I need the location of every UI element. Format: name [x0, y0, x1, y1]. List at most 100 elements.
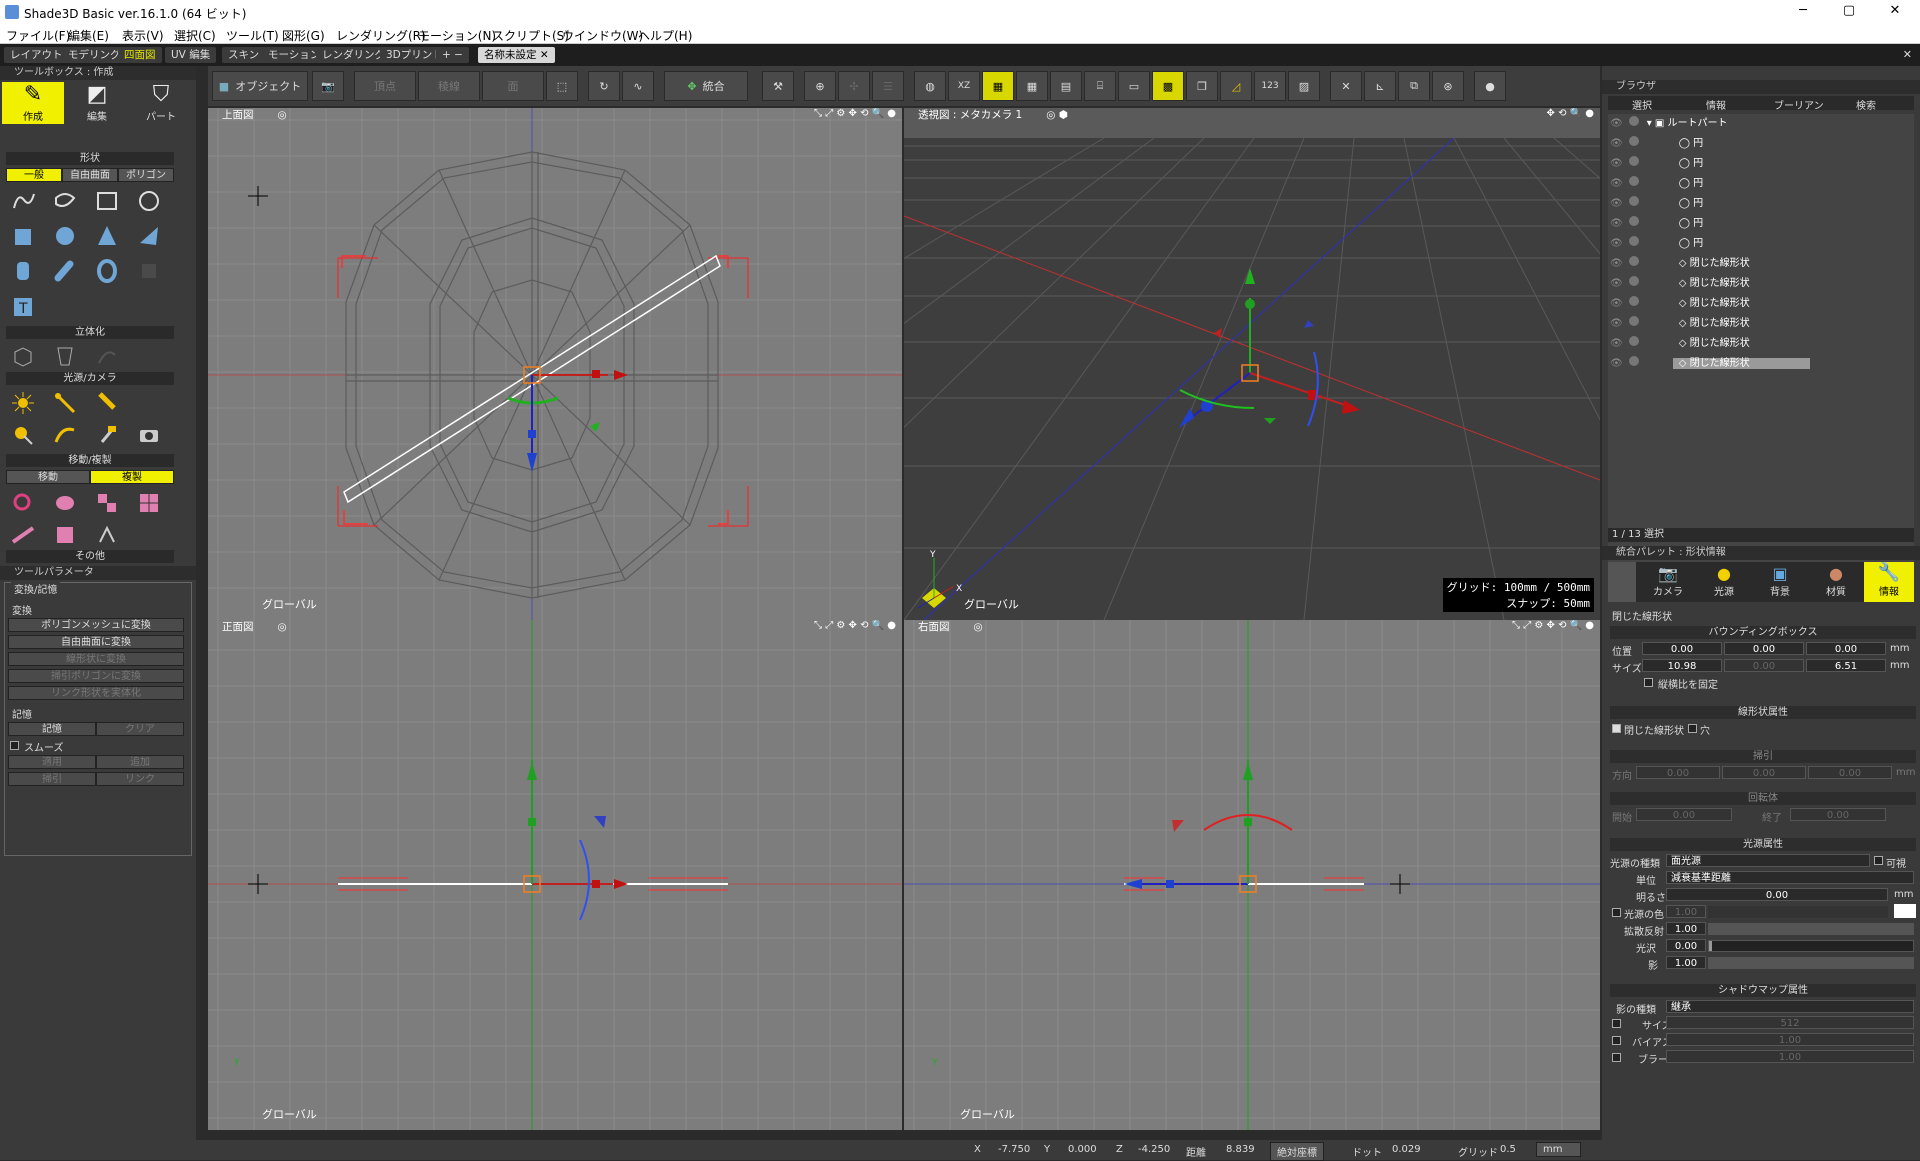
menu-view[interactable]: 表示(V) — [122, 27, 164, 44]
cylinder-icon[interactable] — [8, 256, 38, 286]
target-button[interactable]: ⊕ — [804, 71, 836, 101]
front-view-title[interactable]: 正面図 — [222, 621, 254, 633]
memory-button[interactable]: 記憶 — [8, 722, 96, 736]
monitor-button[interactable]: ▭ — [1118, 71, 1150, 101]
line-light-icon[interactable] — [50, 420, 80, 450]
palette-tab-background[interactable]: ▣ 背景 — [1754, 564, 1806, 598]
browser-tab-boolean[interactable]: ブーリアン — [1774, 97, 1824, 112]
tab-skin[interactable]: スキン — [222, 47, 266, 63]
smooth-checkbox[interactable] — [10, 741, 19, 750]
shadow-type-select[interactable]: 継承 — [1666, 1000, 1914, 1013]
tree-item[interactable]: 👁 ◯ 円 — [1608, 134, 1908, 153]
four-view-layout-button[interactable]: ▦ — [982, 71, 1014, 101]
position-x-field[interactable]: 0.00 — [1642, 642, 1722, 655]
menu-select[interactable]: 選択(C) — [174, 27, 216, 44]
light-type-select[interactable]: 面光源 — [1666, 854, 1870, 867]
area-light-icon[interactable] — [8, 420, 38, 450]
visible-checkbox[interactable] — [1874, 856, 1883, 865]
sphere-grid-button[interactable]: ⊛ — [1432, 71, 1464, 101]
tree-item[interactable]: 👁 ◇ 閉じた線形状 — [1608, 274, 1908, 293]
cone-icon[interactable] — [92, 221, 122, 251]
select-rect-button[interactable]: ⬚ — [546, 71, 578, 101]
size-z-field[interactable]: 6.51 — [1806, 659, 1886, 672]
other-header[interactable]: その他 — [6, 550, 174, 563]
menu-edit[interactable]: 編集(E) — [68, 27, 109, 44]
tree-item[interactable]: 👁 ◇ 閉じた線形状 — [1608, 294, 1908, 313]
xz-plane-button[interactable]: XZ — [948, 71, 980, 101]
tree-item[interactable]: 👁 ◯ 円 — [1608, 194, 1908, 213]
browser-tab-info[interactable]: 情報 — [1706, 97, 1726, 112]
axis-button[interactable]: ⊾ — [1364, 71, 1396, 101]
bias-checkbox[interactable] — [1612, 1036, 1621, 1045]
light-camera-header[interactable]: 光源/カメラ — [6, 372, 174, 385]
view-target-icon[interactable]: ◎ — [974, 621, 983, 633]
tab-layout[interactable]: レイアウト — [4, 47, 69, 63]
tree-item[interactable]: 👁 ◯ 円 — [1608, 154, 1908, 173]
frame-button[interactable]: ⧉ — [1398, 71, 1430, 101]
numeric-button[interactable]: 123 — [1254, 71, 1286, 101]
wrench-button[interactable]: ⚒ — [762, 71, 794, 101]
grid-button[interactable]: ▦ — [1016, 71, 1048, 101]
palette-tab-camera[interactable]: 📷 カメラ — [1642, 564, 1694, 598]
extrude-icon[interactable] — [8, 341, 38, 371]
coordinate-mode-select[interactable]: 絶対座標 — [1270, 1142, 1324, 1161]
view-target-icon[interactable]: ◎ — [278, 621, 287, 633]
brightness-field[interactable]: 0.00 — [1666, 888, 1888, 901]
menu-tool[interactable]: ツール(T) — [226, 27, 279, 44]
unit-select[interactable]: 減衰基準距離 — [1666, 871, 1914, 884]
light-color-checkbox[interactable] — [1612, 908, 1621, 917]
circular-copy-icon[interactable] — [92, 520, 122, 550]
hammer-light-icon[interactable] — [92, 420, 122, 450]
camera-icon[interactable] — [134, 420, 164, 450]
close-button[interactable]: ✕ — [1872, 0, 1918, 22]
line-attr-header[interactable]: 線形状属性 — [1610, 706, 1916, 719]
browser-tab-select[interactable]: 選択 — [1632, 97, 1652, 112]
open-line-icon[interactable] — [8, 186, 38, 216]
menu-help[interactable]: ヘルプ(H) — [638, 27, 692, 44]
directional-light-icon[interactable] — [92, 388, 122, 418]
grid-copy-icon[interactable] — [134, 488, 164, 518]
tab-polygon[interactable]: ポリゴン — [118, 168, 174, 182]
close-tab-icon[interactable]: ✕ — [540, 49, 549, 61]
camera-button[interactable]: 📷 — [312, 71, 344, 101]
edit-mode-button[interactable]: ◩ 編集 — [66, 82, 128, 124]
solidify-header[interactable]: 立体化 — [6, 326, 174, 339]
move-copy-header[interactable]: 移動/複製 — [6, 454, 174, 467]
closed-line-checkbox[interactable] — [1612, 724, 1621, 733]
shadowmap-header[interactable]: シャドウマップ属性 — [1610, 984, 1916, 997]
pyramid-icon[interactable] — [134, 221, 164, 251]
diffuse-field[interactable]: 1.00 — [1666, 922, 1706, 935]
view-tools-icons[interactable]: ⤡ ⤢ ⚙ ✥ ⟲ 🔍 ● — [1512, 620, 1594, 631]
tab-move[interactable]: 移動 — [6, 470, 90, 484]
sphere-icon[interactable] — [50, 221, 80, 251]
rectangle-icon[interactable] — [92, 186, 122, 216]
revolve-header[interactable]: 回転体 — [1610, 792, 1916, 805]
menu-render[interactable]: レンダリング(R) — [336, 27, 426, 44]
to-polymesh-button[interactable]: ポリゴンメッシュに変換 — [8, 618, 184, 632]
torus-icon[interactable] — [92, 256, 122, 286]
position-y-field[interactable]: 0.00 — [1724, 642, 1804, 655]
position-z-field[interactable]: 0.00 — [1806, 642, 1886, 655]
gloss-field[interactable]: 0.00 — [1666, 939, 1706, 952]
bbox-header[interactable]: バウンディングボックス — [1610, 626, 1916, 639]
part-mode-button[interactable]: ⛉ パート — [130, 82, 192, 124]
tab-modeling[interactable]: モデリング — [62, 47, 127, 63]
to-freesurface-button[interactable]: 自由曲面に変換 — [8, 635, 184, 649]
merge-mode-button[interactable]: ✥ 統合 — [664, 71, 748, 101]
shadow-slider[interactable] — [1708, 957, 1914, 969]
tree-item[interactable]: 👁 ◯ 円 — [1608, 174, 1908, 193]
tree-item[interactable]: 👁 ◇ 閉じた線形状 — [1608, 334, 1908, 353]
view-target-icon[interactable]: ◎ — [278, 109, 287, 121]
capsule-icon[interactable] — [50, 256, 80, 286]
table-button[interactable]: ▤ — [1050, 71, 1082, 101]
tab-uv-edit[interactable]: UV 編集 — [165, 47, 217, 63]
render-preview-button[interactable]: ● — [1474, 71, 1506, 101]
maximize-button[interactable]: ▢ — [1826, 0, 1872, 22]
perspective-title[interactable]: 透視図 : メタカメラ 1 — [918, 109, 1022, 121]
gloss-slider[interactable] — [1708, 940, 1914, 952]
curve-button[interactable]: ∿ — [622, 71, 654, 101]
aspect-lock-checkbox[interactable] — [1644, 678, 1653, 687]
tab-general[interactable]: 一般 — [6, 168, 62, 182]
light-color-swatch[interactable] — [1894, 904, 1916, 918]
view-tools-icons[interactable]: ⤡ ⤢ ⚙ ✥ ⟲ 🔍 ● — [814, 108, 896, 119]
